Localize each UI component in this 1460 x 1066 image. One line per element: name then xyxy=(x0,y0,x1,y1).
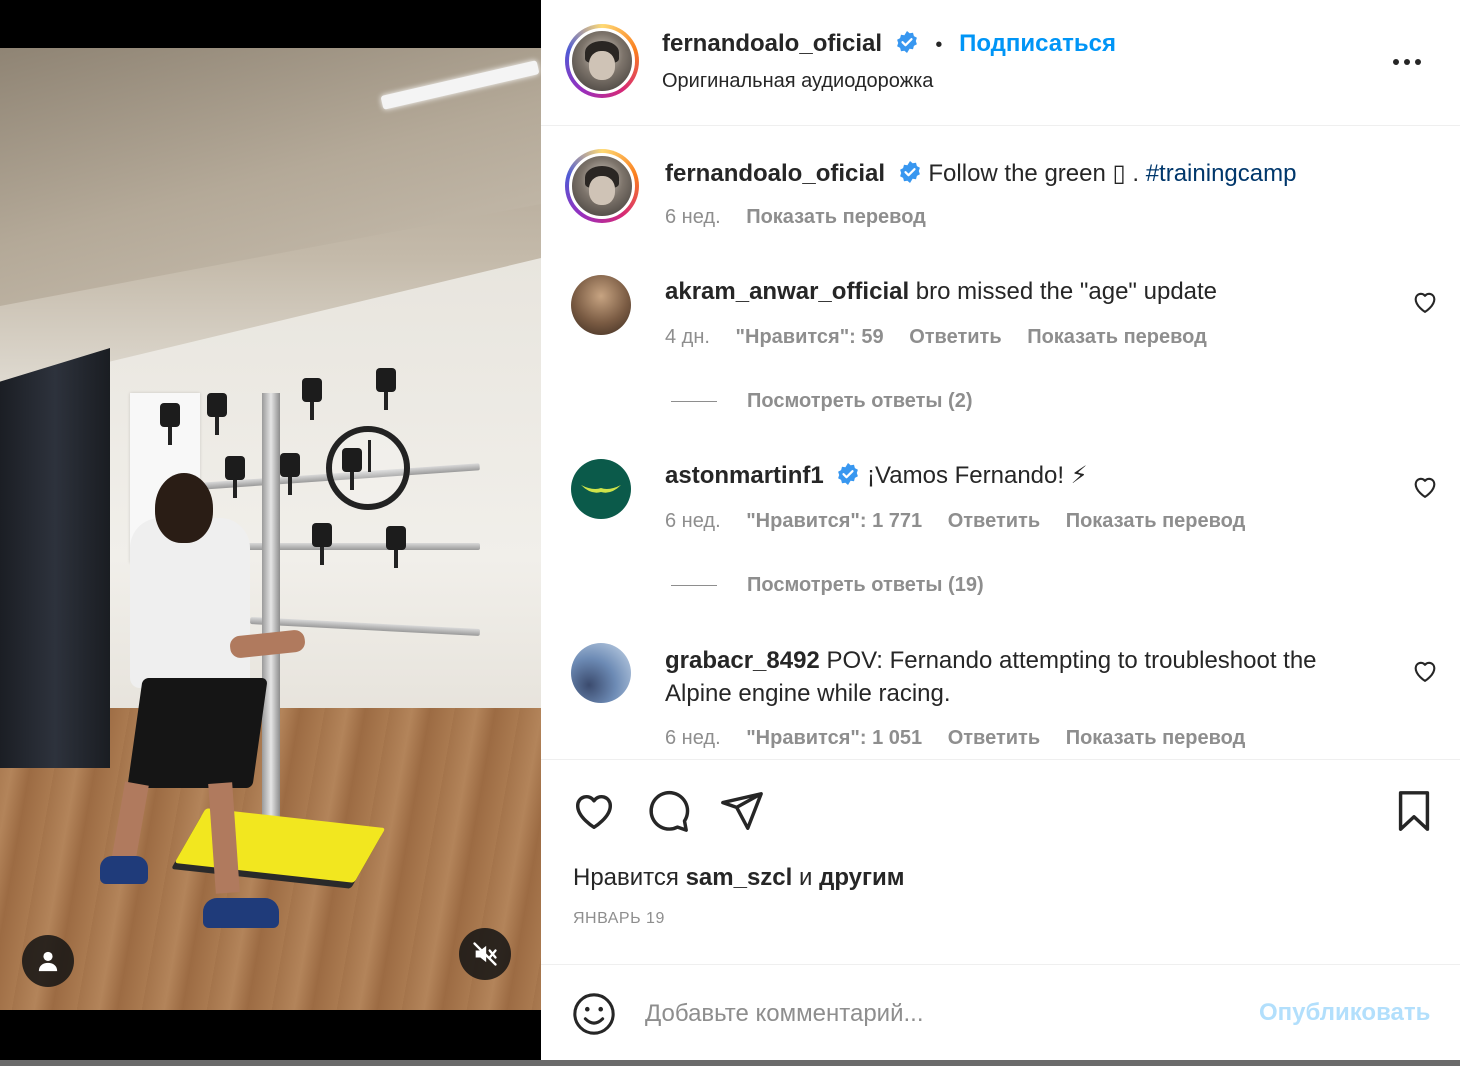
like-button[interactable] xyxy=(571,788,617,834)
comment-avatar[interactable] xyxy=(571,643,631,703)
likes-user[interactable]: sam_szcl xyxy=(686,864,793,891)
video-person-shoe xyxy=(203,898,279,928)
verified-badge-icon xyxy=(838,463,859,485)
comment-body: astonmartinf1 ¡Vamos Fernando! ⚡ xyxy=(665,459,1088,492)
heart-icon[interactable] xyxy=(1411,288,1439,316)
comment-likes-count[interactable]: "Нравится": 1 771 xyxy=(746,510,922,532)
caption-translate-button[interactable]: Показать перевод xyxy=(746,206,926,228)
caption-text: Follow the green ▯ . xyxy=(928,160,1146,187)
video-camera xyxy=(312,523,332,565)
comment-username[interactable]: akram_anwar_official xyxy=(665,278,909,305)
comment-text: bro missed the "age" update xyxy=(915,278,1218,305)
comment-button[interactable] xyxy=(645,788,691,834)
comment-reply-button[interactable]: Ответить xyxy=(948,727,1040,749)
video-camera xyxy=(376,368,396,410)
video-camera xyxy=(386,526,406,568)
view-replies-button[interactable]: Посмотреть ответы (19) xyxy=(671,574,984,597)
comment-text: POV: Fernando attempting to troubleshoot… xyxy=(826,647,1317,674)
comment-meta: 4 дн. "Нравится": 59 Ответить Показать п… xyxy=(665,326,1227,349)
video-person-shorts xyxy=(127,678,268,788)
likes-others[interactable]: другим xyxy=(819,864,904,891)
video-camera xyxy=(342,448,362,490)
video-person-head xyxy=(155,473,213,543)
save-button[interactable] xyxy=(1391,788,1437,834)
comment-text: ¡Vamos Fernando! ⚡ xyxy=(867,462,1088,489)
user-icon xyxy=(38,951,58,972)
post-side-panel: fernandoalo_oficial • Подписаться Оригин… xyxy=(541,0,1460,1060)
video-dark-wall-panel xyxy=(0,348,110,768)
post-actions: Нравится sam_szcl и другим ЯНВАРЬ 19 xyxy=(541,759,1460,964)
aston-martin-wings-icon xyxy=(581,485,621,493)
comment-avatar[interactable] xyxy=(571,275,631,335)
more-options-button[interactable] xyxy=(1393,52,1429,72)
comment-username[interactable]: grabacr_8492 xyxy=(665,647,820,674)
comment-username[interactable]: astonmartinf1 xyxy=(665,462,824,489)
comment-likes-count[interactable]: "Нравится": 59 xyxy=(736,326,884,348)
share-button[interactable] xyxy=(719,788,765,834)
caption-time[interactable]: 6 нед. xyxy=(665,206,721,228)
likes-summary: Нравится sam_szcl и другим xyxy=(573,864,905,892)
video-camera xyxy=(225,456,245,498)
heart-icon[interactable] xyxy=(1411,473,1439,501)
caption-username[interactable]: fernandoalo_oficial xyxy=(665,160,885,187)
comment-body: grabacr_8492 POV: Fernando attempting to… xyxy=(665,644,1385,710)
comments-list[interactable]: fernandoalo_oficial Follow the green ▯ .… xyxy=(541,127,1460,759)
comment-text-continued: Alpine engine while racing. xyxy=(665,680,951,707)
view-replies-label: Посмотреть ответы (2) xyxy=(747,390,973,412)
comment-meta: 6 нед. "Нравится": 1 051 Ответить Показа… xyxy=(665,727,1265,750)
comment-translate-button[interactable]: Показать перевод xyxy=(1027,326,1207,348)
author-username[interactable]: fernandoalo_oficial xyxy=(662,30,882,57)
comment-time[interactable]: 6 нед. xyxy=(665,727,721,749)
view-replies-button[interactable]: Посмотреть ответы (2) xyxy=(671,390,973,413)
comment-likes-count[interactable]: "Нравится": 1 051 xyxy=(746,727,922,749)
comment-translate-button[interactable]: Показать перевод xyxy=(1066,727,1246,749)
post-date[interactable]: ЯНВАРЬ 19 xyxy=(573,910,665,928)
publish-button[interactable]: Опубликовать xyxy=(1259,999,1430,1027)
video-person-shirt xyxy=(130,518,250,688)
video-wall-clock xyxy=(326,426,410,510)
comment-time[interactable]: 4 дн. xyxy=(665,326,710,348)
window-bottom-edge xyxy=(0,1060,1460,1066)
likes-prefix: Нравится xyxy=(573,864,686,891)
comment-translate-button[interactable]: Показать перевод xyxy=(1066,510,1246,532)
video-camera xyxy=(302,378,322,420)
comment-time[interactable]: 6 нед. xyxy=(665,510,721,532)
author-line: fernandoalo_oficial • Подписаться xyxy=(662,30,1116,58)
comment-input[interactable] xyxy=(645,995,1245,1033)
tagged-users-button[interactable] xyxy=(22,935,74,987)
likes-middle: и xyxy=(792,864,820,891)
audio-link[interactable]: Оригинальная аудиодорожка xyxy=(662,70,933,93)
add-comment-bar: Опубликовать xyxy=(541,964,1460,1060)
post-header: fernandoalo_oficial • Подписаться Оригин… xyxy=(541,0,1460,126)
caption-author-avatar[interactable] xyxy=(565,149,639,223)
video-camera xyxy=(280,453,300,495)
comment-reply-button[interactable]: Ответить xyxy=(948,510,1040,532)
video-rig-pole xyxy=(262,393,280,848)
replies-divider xyxy=(671,585,717,586)
mute-toggle-button[interactable] xyxy=(459,928,511,980)
emoji-icon[interactable] xyxy=(571,991,617,1037)
heart-icon[interactable] xyxy=(1411,657,1439,685)
video-player[interactable] xyxy=(0,0,541,1060)
video-camera xyxy=(160,403,180,445)
comment-reply-button[interactable]: Ответить xyxy=(909,326,1001,348)
video-person-shoe xyxy=(100,856,148,884)
author-avatar[interactable] xyxy=(565,24,639,98)
follow-button[interactable]: Подписаться xyxy=(959,30,1116,57)
view-replies-label: Посмотреть ответы (19) xyxy=(747,574,984,596)
caption: fernandoalo_oficial Follow the green ▯ .… xyxy=(665,157,1296,190)
comment-meta: 6 нед. "Нравится": 1 771 Ответить Показа… xyxy=(665,510,1265,533)
verified-badge-icon xyxy=(896,31,917,53)
comment-avatar[interactable] xyxy=(571,459,631,519)
verified-badge-icon xyxy=(899,161,920,183)
speaker-muted-icon xyxy=(473,942,497,966)
video-frame[interactable] xyxy=(0,48,541,1010)
replies-divider xyxy=(671,401,717,402)
caption-hashtag[interactable]: #trainingcamp xyxy=(1146,160,1297,187)
comment-body: akram_anwar_official bro missed the "age… xyxy=(665,275,1217,308)
caption-meta: 6 нед. Показать перевод xyxy=(665,206,946,229)
more-icon xyxy=(1393,59,1399,65)
header-separator: • xyxy=(935,34,943,56)
video-camera xyxy=(207,393,227,435)
